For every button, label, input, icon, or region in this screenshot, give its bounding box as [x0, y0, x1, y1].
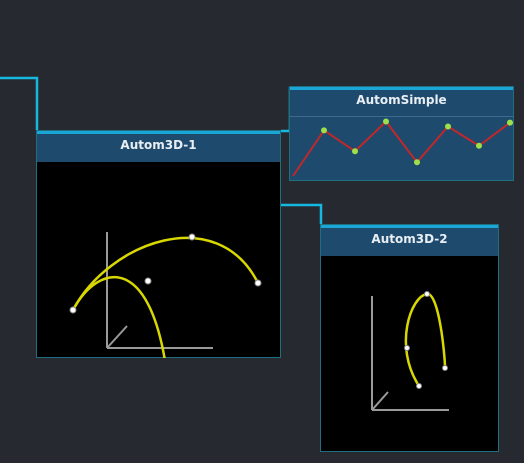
node-title[interactable]: AutomSimple — [290, 87, 513, 117]
automation-point[interactable] — [352, 148, 358, 155]
curve-2 — [71, 276, 166, 358]
axes-gizmo — [106, 232, 213, 349]
control-point — [404, 345, 410, 351]
wire-input-to-autom3d-1 — [0, 76, 39, 130]
automation-point[interactable] — [414, 159, 420, 166]
3d-viewport[interactable] — [37, 162, 280, 358]
automation-point[interactable] — [507, 119, 513, 126]
curve-editor[interactable] — [290, 117, 513, 180]
control-point — [442, 365, 448, 371]
node-autom3d-1[interactable]: Autom3D-1 — [36, 130, 281, 358]
control-point — [254, 279, 262, 287]
curve-1 — [404, 292, 447, 387]
automation-point[interactable] — [321, 127, 327, 134]
curve-1 — [71, 236, 260, 311]
automation-point[interactable] — [476, 142, 482, 149]
control-point — [144, 277, 152, 285]
control-point — [416, 383, 422, 389]
control-point — [188, 233, 196, 241]
automation-point[interactable] — [445, 123, 451, 130]
node-title[interactable]: Autom3D-2 — [321, 225, 498, 256]
wire-autom3d-1-to-autom3d-2 — [281, 203, 323, 224]
3d-viewport[interactable] — [321, 256, 498, 451]
automation-graph — [292, 118, 513, 177]
control-point — [424, 291, 430, 297]
node-automsimple[interactable]: AutomSimple — [289, 86, 514, 181]
control-point — [69, 306, 77, 314]
automation-point[interactable] — [383, 118, 389, 125]
node-autom3d-2[interactable]: Autom3D-2 — [320, 224, 499, 452]
node-title[interactable]: Autom3D-1 — [37, 131, 280, 162]
